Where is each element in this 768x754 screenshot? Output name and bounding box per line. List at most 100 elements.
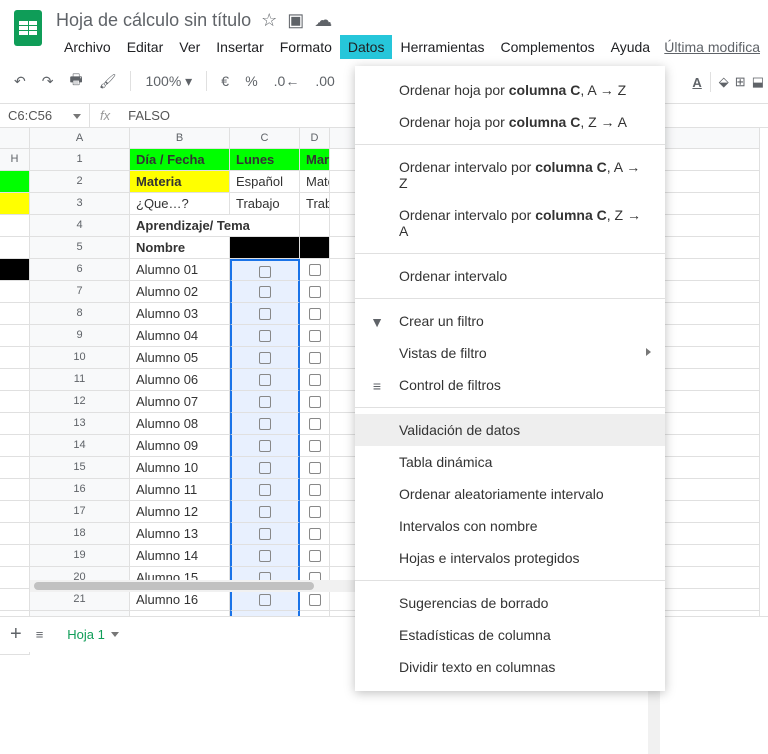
doc-title[interactable]: Hoja de cálculo sin título bbox=[56, 10, 251, 31]
cell[interactable] bbox=[0, 567, 30, 589]
col-head-A[interactable]: A bbox=[30, 128, 130, 149]
add-sheet-button[interactable]: + bbox=[10, 623, 22, 646]
zoom-select[interactable]: 100% ▾ bbox=[139, 69, 198, 94]
cell[interactable]: Alumno 11 bbox=[130, 479, 230, 501]
cell[interactable] bbox=[660, 413, 760, 435]
cell[interactable] bbox=[660, 303, 760, 325]
merge-button[interactable]: ⬓ bbox=[752, 74, 764, 90]
row-head-14[interactable]: 14 bbox=[30, 435, 130, 457]
currency-button[interactable]: € bbox=[215, 69, 235, 93]
undo-button[interactable]: ↶ bbox=[8, 69, 32, 94]
cell[interactable] bbox=[660, 259, 760, 281]
checkbox-icon[interactable] bbox=[259, 352, 271, 364]
print-button[interactable]: 🖶 bbox=[63, 65, 88, 97]
checkbox-icon[interactable] bbox=[259, 528, 271, 540]
checkbox-icon[interactable] bbox=[309, 352, 321, 364]
checkbox-icon[interactable] bbox=[259, 550, 271, 562]
checkbox-icon[interactable] bbox=[309, 506, 321, 518]
cell[interactable]: Trabajo bbox=[300, 193, 330, 215]
cell[interactable]: Alumno 16 bbox=[130, 589, 230, 611]
cell[interactable] bbox=[230, 413, 300, 435]
col-head-B[interactable]: B bbox=[130, 128, 230, 149]
row-head-17[interactable]: 17 bbox=[30, 501, 130, 523]
row-head-16[interactable]: 16 bbox=[30, 479, 130, 501]
checkbox-icon[interactable] bbox=[309, 440, 321, 452]
redo-button[interactable]: ↷ bbox=[36, 69, 60, 94]
cell[interactable] bbox=[0, 281, 30, 303]
checkbox-icon[interactable] bbox=[259, 594, 271, 606]
cell[interactable] bbox=[230, 479, 300, 501]
cell[interactable] bbox=[660, 237, 760, 259]
dd-sort-sheet-az[interactable]: Ordenar hoja por columna C, A → Z bbox=[355, 74, 665, 106]
row-head-6[interactable]: 6 bbox=[30, 259, 130, 281]
cell[interactable] bbox=[230, 523, 300, 545]
dd-filter-control[interactable]: ≡Control de filtros bbox=[355, 369, 665, 401]
cell[interactable] bbox=[300, 545, 330, 567]
paint-format-button[interactable]: 🖌 bbox=[93, 69, 123, 94]
cell[interactable] bbox=[660, 347, 760, 369]
cell[interactable] bbox=[300, 259, 330, 281]
percent-button[interactable]: % bbox=[239, 69, 263, 93]
cell[interactable]: Alumno 12 bbox=[130, 501, 230, 523]
checkbox-icon[interactable] bbox=[309, 484, 321, 496]
cell[interactable] bbox=[660, 435, 760, 457]
cell[interactable]: Materia bbox=[130, 171, 230, 193]
row-head-11[interactable]: 11 bbox=[30, 369, 130, 391]
cell[interactable] bbox=[230, 589, 300, 611]
cell[interactable] bbox=[230, 369, 300, 391]
cell[interactable] bbox=[300, 237, 330, 259]
cell[interactable] bbox=[230, 391, 300, 413]
checkbox-icon[interactable] bbox=[259, 462, 271, 474]
cell[interactable]: Trabajo bbox=[230, 193, 300, 215]
cell[interactable]: Alumno 14 bbox=[130, 545, 230, 567]
cell[interactable] bbox=[660, 523, 760, 545]
checkbox-icon[interactable] bbox=[309, 330, 321, 342]
cell[interactable] bbox=[300, 435, 330, 457]
dd-pivot-table[interactable]: Tabla dinámica bbox=[355, 446, 665, 478]
all-sheets-button[interactable]: ≡ bbox=[36, 627, 44, 642]
row-head-3[interactable]: 3 bbox=[30, 193, 130, 215]
checkbox-icon[interactable] bbox=[259, 308, 271, 320]
cell[interactable] bbox=[660, 589, 760, 611]
row-head-8[interactable]: 8 bbox=[30, 303, 130, 325]
cell[interactable] bbox=[230, 545, 300, 567]
col-head-C[interactable]: C bbox=[230, 128, 300, 149]
cell[interactable] bbox=[660, 215, 760, 237]
cell[interactable]: Martes bbox=[300, 149, 330, 171]
cell[interactable]: Aprendizaje/ Tema bbox=[130, 215, 300, 237]
menu-archivo[interactable]: Archivo bbox=[56, 35, 119, 59]
cell[interactable] bbox=[660, 457, 760, 479]
checkbox-icon[interactable] bbox=[259, 374, 271, 386]
col-head-D[interactable]: D bbox=[300, 128, 330, 149]
checkbox-icon[interactable] bbox=[259, 484, 271, 496]
dd-cleanup-suggestions[interactable]: Sugerencias de borrado bbox=[355, 587, 665, 619]
row-head-7[interactable]: 7 bbox=[30, 281, 130, 303]
dd-split-text[interactable]: Dividir texto en columnas bbox=[355, 651, 665, 683]
sheet-tab[interactable]: Hoja 1 bbox=[57, 621, 129, 648]
row-head-15[interactable]: 15 bbox=[30, 457, 130, 479]
checkbox-icon[interactable] bbox=[309, 264, 321, 276]
row-head-19[interactable]: 19 bbox=[30, 545, 130, 567]
row-head-12[interactable]: 12 bbox=[30, 391, 130, 413]
checkbox-icon[interactable] bbox=[309, 286, 321, 298]
menu-ver[interactable]: Ver bbox=[171, 35, 208, 59]
row-head-13[interactable]: 13 bbox=[30, 413, 130, 435]
cell[interactable]: Alumno 06 bbox=[130, 369, 230, 391]
cell[interactable] bbox=[230, 303, 300, 325]
decrease-decimal-button[interactable]: .0← bbox=[268, 69, 306, 93]
cell[interactable] bbox=[0, 259, 30, 281]
dd-column-stats[interactable]: Estadísticas de columna bbox=[355, 619, 665, 651]
cell[interactable] bbox=[660, 479, 760, 501]
cell[interactable] bbox=[230, 259, 300, 281]
cell[interactable]: Alumno 08 bbox=[130, 413, 230, 435]
star-icon[interactable]: ☆ bbox=[261, 10, 277, 31]
name-box[interactable]: C6:C56 bbox=[0, 104, 90, 127]
row-head-10[interactable]: 10 bbox=[30, 347, 130, 369]
increase-decimal-button[interactable]: .00 bbox=[309, 69, 340, 93]
row-head-4[interactable]: 4 bbox=[30, 215, 130, 237]
cloud-icon[interactable]: ☁ bbox=[314, 10, 332, 31]
cell[interactable] bbox=[660, 325, 760, 347]
checkbox-icon[interactable] bbox=[309, 374, 321, 386]
checkbox-icon[interactable] bbox=[309, 550, 321, 562]
dd-create-filter[interactable]: ▼Crear un filtro bbox=[355, 305, 665, 337]
